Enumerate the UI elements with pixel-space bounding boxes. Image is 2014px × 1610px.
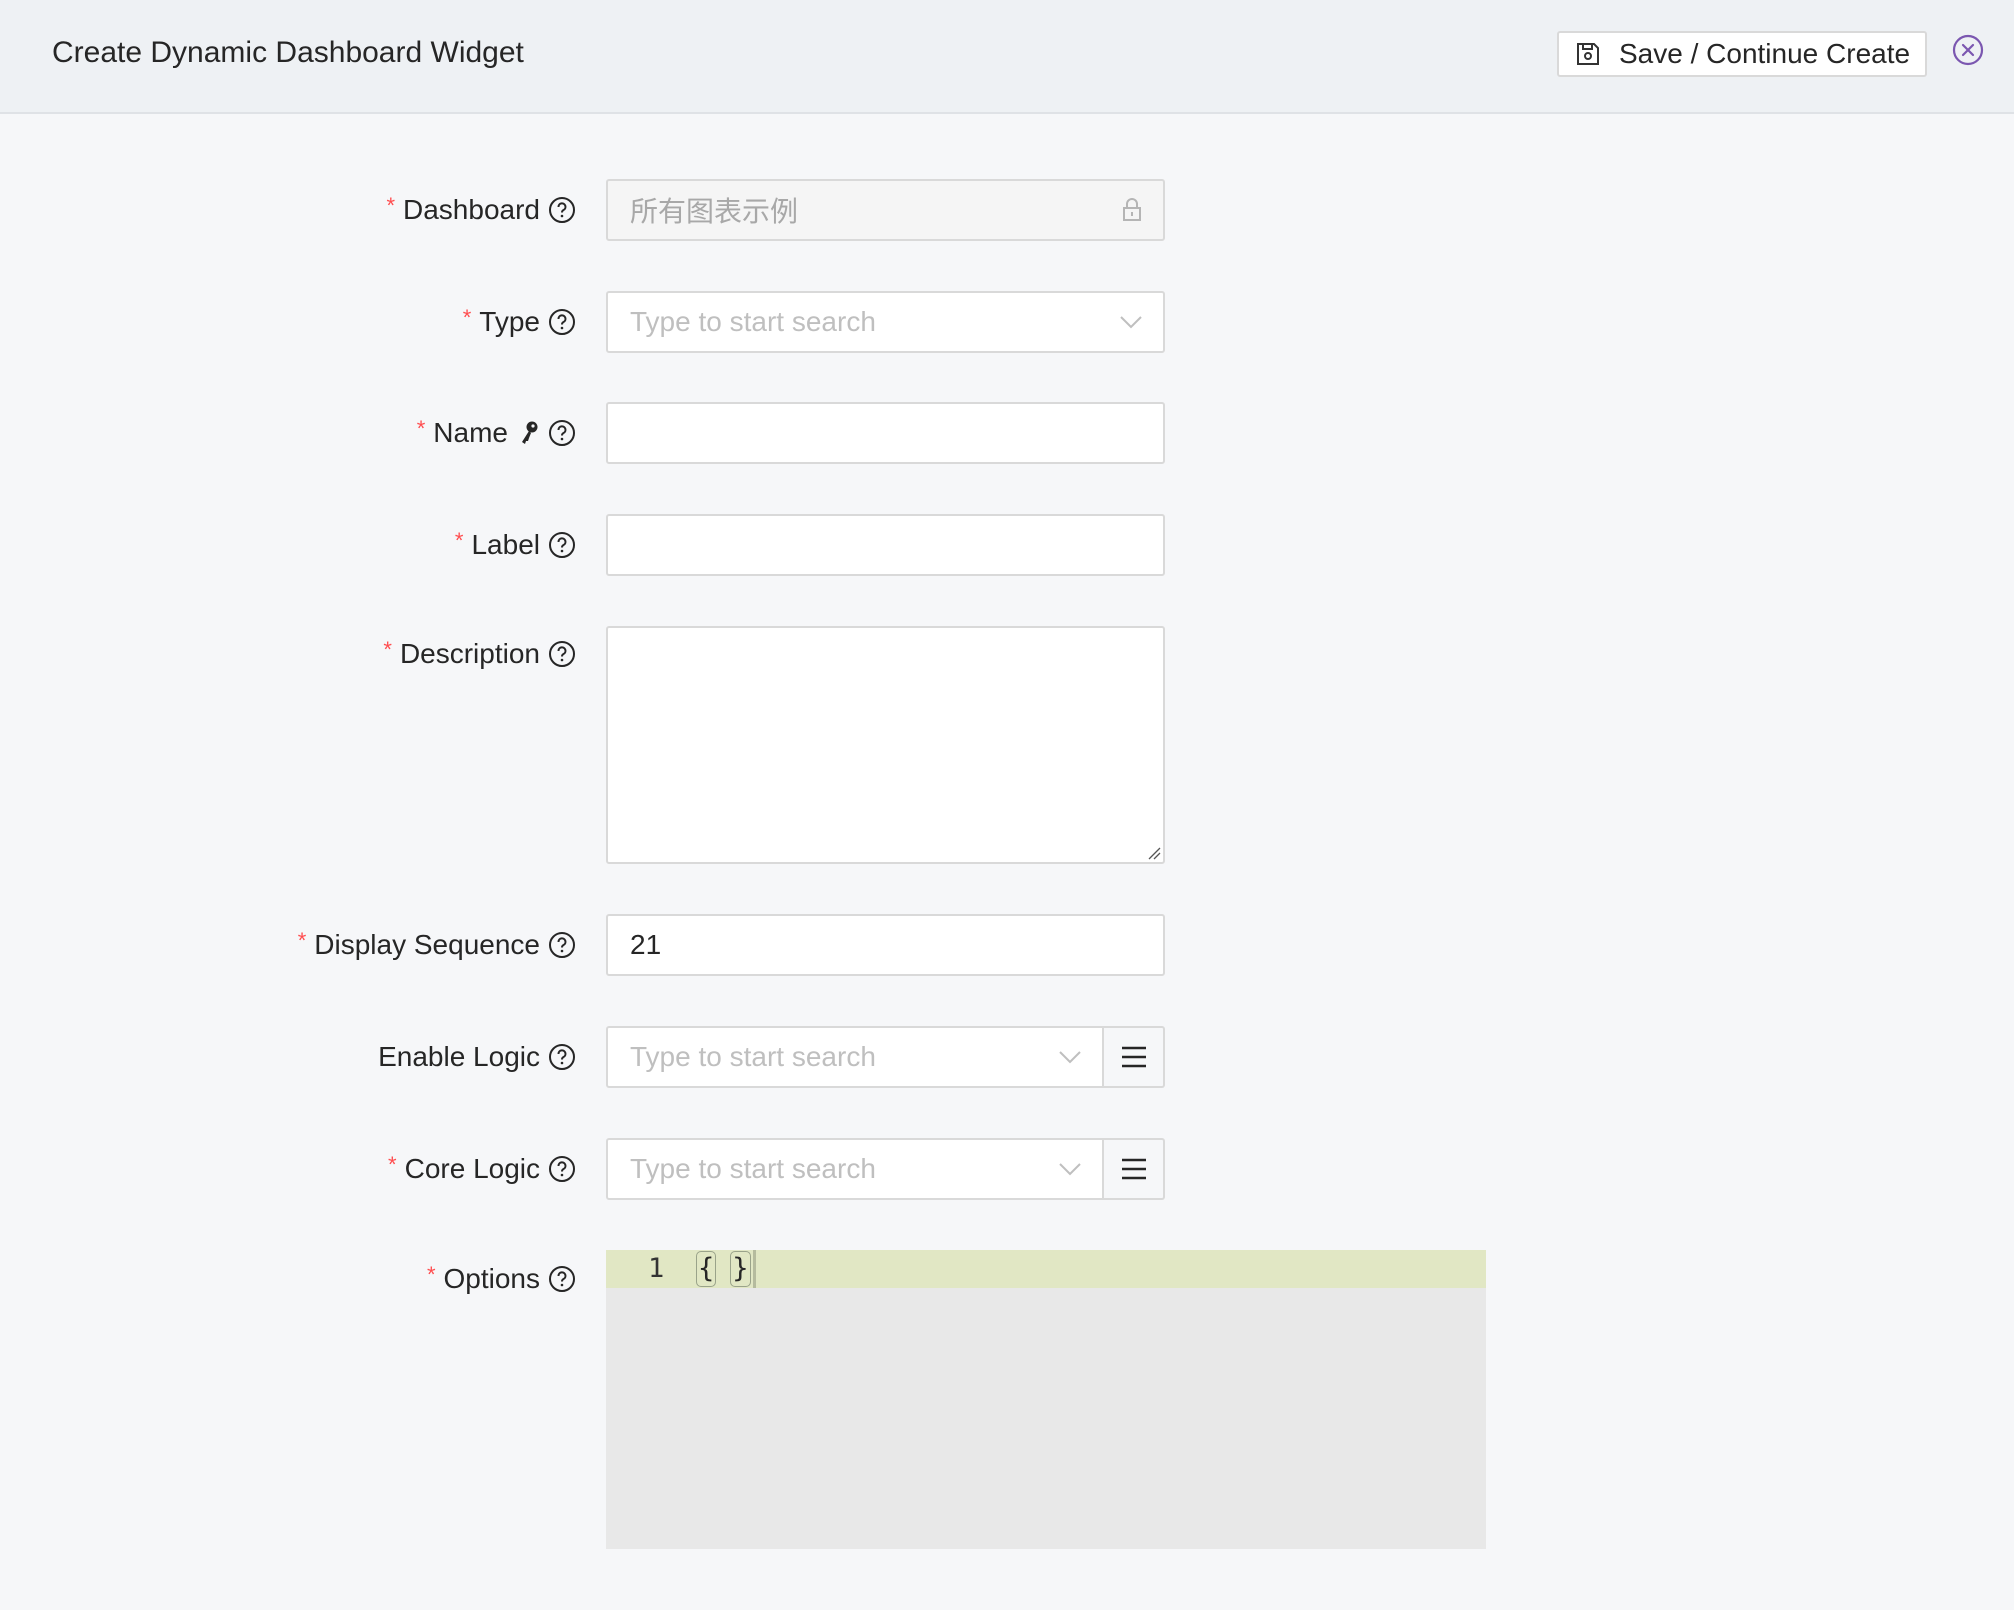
resize-handle-icon[interactable] — [1147, 846, 1161, 860]
page-title: Create Dynamic Dashboard Widget — [52, 36, 524, 69]
label-text: Type — [479, 306, 540, 337]
field-label-display-sequence: * Display Sequence — [298, 927, 576, 963]
help-icon[interactable] — [548, 931, 576, 959]
dashboard-field: 所有图表示例 — [606, 179, 1165, 241]
save-button-label: Save / Continue Create — [1619, 38, 1911, 69]
options-code-editor[interactable]: 1 { } — [606, 1250, 1486, 1549]
field-label-enable-logic: Enable Logic — [378, 1039, 576, 1075]
required-mark: * — [297, 928, 307, 953]
name-input[interactable] — [608, 404, 1163, 462]
label-text: Name — [433, 417, 508, 448]
save-icon — [1575, 41, 1601, 67]
enable-logic-placeholder: Type to start search — [630, 1041, 876, 1072]
help-icon[interactable] — [548, 640, 576, 668]
display-sequence-field[interactable]: 21 — [606, 914, 1165, 976]
help-icon[interactable] — [548, 1043, 576, 1071]
line-number: 1 — [648, 1253, 665, 1284]
label-input[interactable] — [608, 516, 1163, 574]
enable-logic-menu-button[interactable] — [1104, 1026, 1165, 1088]
help-icon[interactable] — [548, 1265, 576, 1293]
display-sequence-value[interactable]: 21 — [630, 929, 661, 961]
required-mark: * — [386, 193, 396, 218]
label-text: Label — [471, 529, 540, 560]
core-logic-placeholder: Type to start search — [630, 1153, 876, 1184]
help-icon[interactable] — [548, 196, 576, 224]
required-mark: * — [383, 637, 392, 662]
help-icon[interactable] — [548, 419, 576, 447]
close-icon[interactable] — [1952, 34, 1984, 66]
field-label-description: * Description — [383, 636, 576, 672]
chevron-down-icon[interactable] — [1119, 315, 1143, 329]
help-icon[interactable] — [548, 1155, 576, 1183]
field-label-options: * Options — [427, 1261, 576, 1297]
required-mark: * — [454, 528, 464, 553]
type-placeholder: Type to start search — [630, 306, 876, 337]
editor-code-line[interactable]: { } — [696, 1250, 756, 1288]
label-text: Core Logic — [404, 1153, 540, 1184]
menu-icon — [1121, 1157, 1147, 1181]
enable-logic-select[interactable]: Type to start search — [606, 1026, 1104, 1088]
field-label-label: * Label — [455, 527, 576, 563]
label-text: Enable Logic — [378, 1041, 540, 1072]
editor-gutter — [606, 1250, 690, 1549]
field-label-name: * Name — [417, 415, 576, 451]
field-label-type: * Type — [463, 304, 576, 340]
help-icon[interactable] — [548, 531, 576, 559]
label-text: Display Sequence — [314, 929, 540, 960]
required-mark: * — [388, 1152, 397, 1177]
core-logic-menu-button[interactable] — [1104, 1138, 1165, 1200]
field-label-core-logic: * Core Logic — [388, 1151, 576, 1187]
key-icon — [518, 420, 540, 446]
lock-icon — [1121, 198, 1143, 222]
required-mark: * — [462, 305, 472, 330]
name-field[interactable] — [606, 402, 1165, 464]
required-mark: * — [416, 416, 426, 441]
menu-icon — [1121, 1045, 1147, 1069]
dialog-header: Create Dynamic Dashboard Widget Save / C… — [0, 0, 2014, 114]
label-text: Options — [443, 1263, 541, 1294]
field-label-dashboard: * Dashboard — [386, 192, 576, 228]
required-mark: * — [426, 1262, 436, 1287]
text-cursor — [752, 1250, 756, 1288]
chevron-down-icon[interactable] — [1058, 1050, 1082, 1064]
core-logic-select[interactable]: Type to start search — [606, 1138, 1104, 1200]
open-brace: { — [696, 1251, 717, 1287]
dashboard-value: 所有图表示例 — [630, 196, 799, 227]
close-brace: } — [730, 1251, 751, 1287]
label-text: Dashboard — [403, 194, 540, 225]
help-icon[interactable] — [548, 308, 576, 336]
label-text: Description — [399, 638, 540, 669]
label-field[interactable] — [606, 514, 1165, 576]
chevron-down-icon[interactable] — [1058, 1162, 1082, 1176]
type-select[interactable]: Type to start search — [606, 291, 1165, 353]
save-continue-create-button[interactable]: Save / Continue Create — [1557, 31, 1927, 77]
description-textarea[interactable] — [606, 626, 1165, 864]
